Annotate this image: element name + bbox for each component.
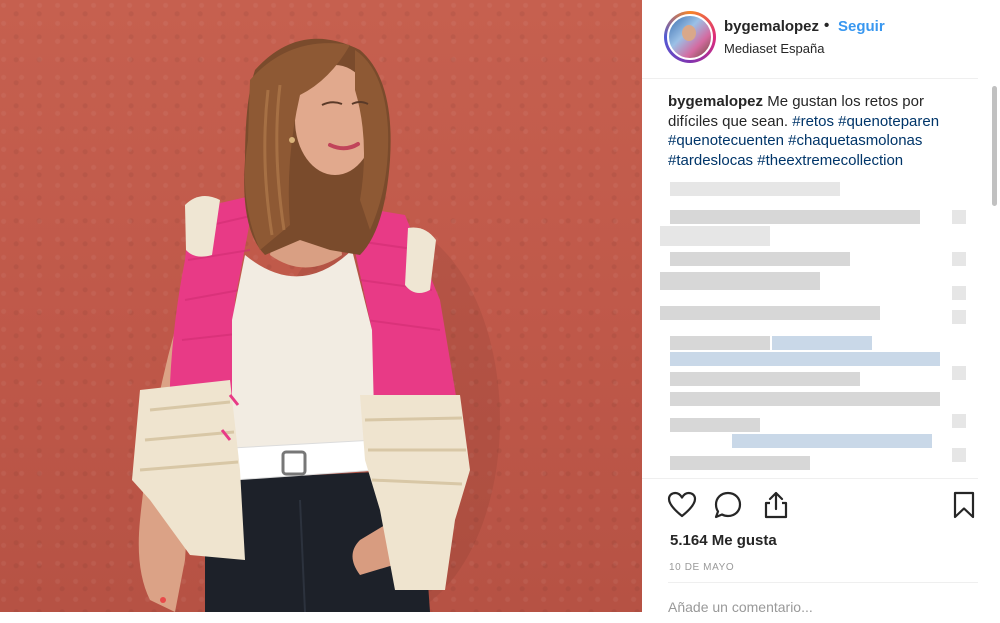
comment-icon	[714, 491, 742, 519]
avatar[interactable]	[667, 14, 713, 60]
hashtag-quenoteparen[interactable]: #quenoteparen	[838, 113, 939, 130]
hashtag-quenotecuenten[interactable]: #quenotecuenten	[668, 132, 784, 149]
post-caption: bygemalopez Me gustan los retos por difí…	[668, 92, 958, 170]
post-actions	[642, 478, 978, 535]
follow-button[interactable]: Seguir	[838, 18, 885, 35]
likes-count[interactable]: 5.164 Me gusta	[670, 532, 777, 549]
comments-scrollbar[interactable]	[992, 80, 998, 480]
post-date[interactable]: 10 DE MAYO	[669, 562, 734, 573]
separator-dot: •	[824, 17, 830, 34]
comment-box	[668, 582, 978, 623]
share-button[interactable]	[760, 489, 792, 521]
scrollbar-thumb[interactable]	[992, 86, 997, 206]
post-photo-illustration	[132, 38, 500, 612]
share-icon	[764, 491, 788, 519]
hashtag-retos[interactable]: #retos	[792, 113, 834, 130]
author-username[interactable]: bygemalopez	[724, 18, 819, 35]
location-link[interactable]: Mediaset España	[724, 41, 824, 56]
comment-button[interactable]	[712, 489, 744, 521]
caption-username[interactable]: bygemalopez	[668, 93, 763, 110]
comment-input[interactable]	[668, 599, 968, 615]
save-button[interactable]	[948, 489, 980, 521]
bookmark-icon	[953, 491, 975, 519]
heart-icon	[667, 491, 697, 518]
post-header: bygemalopez • Seguir Mediaset España	[642, 0, 978, 79]
hashtag-chaquetasmolonas[interactable]: #chaquetasmolonas	[788, 132, 922, 149]
avatar-story-ring[interactable]	[664, 11, 716, 63]
post-photo[interactable]	[0, 0, 642, 612]
comments-list-pixelated	[642, 176, 978, 476]
post-side-panel: bygemalopez • Seguir Mediaset España byg…	[642, 0, 1000, 615]
hashtag-tardeslocas[interactable]: #tardeslocas	[668, 152, 753, 169]
like-button[interactable]	[666, 489, 698, 521]
hashtag-theextremecollection[interactable]: #theextremecollection	[757, 152, 903, 169]
